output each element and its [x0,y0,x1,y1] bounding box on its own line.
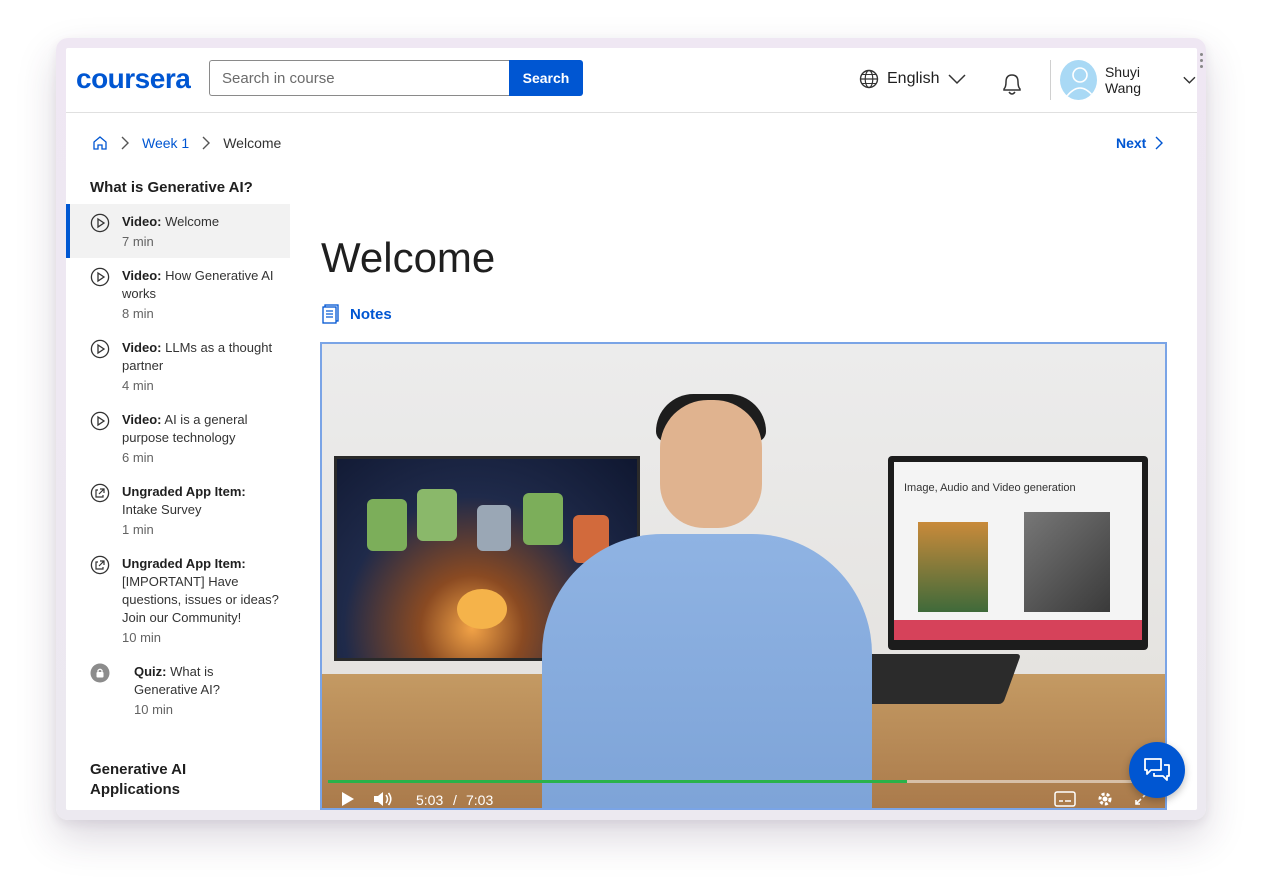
player-controls: 5:03 / 7:03 [322,788,1165,808]
total-time: 7:03 [466,792,494,808]
notes-button[interactable]: Notes [322,304,392,324]
lesson-duration: 10 min [134,702,174,717]
top-header: coursera Search English Shuyi Wang [66,48,1197,113]
time-separator: / [453,792,457,808]
course-sidebar: What is Generative AI? Video: Welcome 7 m… [66,178,290,798]
lesson-title: Welcome [165,214,220,229]
current-time: 5:03 [416,792,444,808]
lesson-label: Ungraded App Item: Intake Survey [122,483,280,519]
play-icon[interactable] [340,790,356,808]
lesson-type: Ungraded App Item: [122,484,246,499]
header-divider [1050,60,1051,100]
monitor: Image, Audio and Video generation [888,456,1148,650]
lesson-type: Ungraded App Item: [122,556,246,571]
play-icon [90,213,110,233]
settings-gear-icon[interactable] [1096,790,1114,808]
lesson-label: Video: AI is a general purpose technolog… [122,411,280,447]
progress-bar[interactable] [328,780,1132,783]
lesson-duration: 7 min [122,234,154,249]
next-button[interactable]: Next [1116,135,1164,151]
lesson-label: Video: LLMs as a thought partner [122,339,280,375]
lesson-type: Video: [122,340,162,355]
lesson-list: Video: Welcome 7 min Video: How Generative… [66,204,290,726]
play-icon [90,267,110,287]
lesson-item[interactable]: Ungraded App Item: [IMPORTANT] Have ques… [66,546,290,654]
lesson-item[interactable]: Video: AI is a general purpose technolog… [66,402,290,474]
chevron-right-icon [202,136,211,150]
section-title: What is Generative AI? [90,179,253,196]
breadcrumb: Week 1 Welcome [92,135,281,151]
notifications-button[interactable] [1000,71,1024,102]
lesson-type: Quiz: [134,664,167,679]
lesson-label: Video: Welcome [122,213,280,231]
lesson-duration: 6 min [122,450,154,465]
chat-icon [1144,758,1170,781]
coursera-logo[interactable]: coursera [76,63,191,95]
lesson-duration: 1 min [122,522,154,537]
breadcrumb-week[interactable]: Week 1 [142,135,189,151]
lock-icon [90,663,110,683]
play-icon [90,411,110,431]
notes-label: Notes [350,305,392,323]
page-title: Welcome [321,234,496,281]
search-input[interactable] [209,60,509,96]
lesson-label: Quiz: What is Generative AI? [134,663,280,699]
lesson-type: Video: [122,412,162,427]
lesson-label: Video: How Generative AI works [122,267,280,303]
slide-title: Image, Audio and Video generation [904,482,1076,494]
breadcrumb-current: Welcome [223,135,282,151]
external-link-icon [90,483,110,503]
search-button[interactable]: Search [509,60,583,96]
lesson-duration: 10 min [122,630,162,645]
lesson-duration: 4 min [122,378,154,393]
section-title[interactable]: Generative AI Applications [66,760,266,800]
bell-icon [1003,74,1021,95]
language-label: English [887,70,940,87]
lesson-item[interactable]: Video: LLMs as a thought partner 4 min [66,330,290,402]
lesson-item[interactable]: Video: Welcome 7 min [66,204,290,258]
next-label: Next [1116,135,1147,151]
user-name: Shuyi Wang [1104,64,1142,96]
lesson-title: Intake Survey [122,502,202,517]
volume-icon[interactable] [372,790,394,808]
lesson-label: Ungraded App Item: [IMPORTANT] Have ques… [122,555,280,627]
notes-icon [322,304,339,324]
lesson-type: Video: [122,268,162,283]
language-selector[interactable]: English [859,69,967,89]
avatar [1060,60,1097,100]
chevron-right-icon [1155,136,1164,150]
lesson-item[interactable]: Quiz: What is Generative AI? 10 min [66,654,290,726]
external-link-icon [90,555,110,575]
window-menu-icon[interactable] [1200,53,1204,71]
chat-support-button[interactable] [1129,742,1185,798]
chevron-down-icon [1183,76,1196,84]
lesson-duration: 8 min [122,306,154,321]
video-player[interactable]: Image, Audio and Video generation 5:03 /… [320,342,1167,810]
captions-icon[interactable] [1054,790,1076,808]
lesson-item[interactable]: Video: How Generative AI works 8 min [66,258,290,330]
progress-fill [328,780,907,783]
lesson-title: [IMPORTANT] Have questions, issues or id… [122,574,279,625]
lesson-type: Video: [122,214,162,229]
home-icon[interactable] [92,135,108,151]
app-window: coursera Search English Shuyi Wang Week … [66,48,1197,810]
globe-icon [859,69,879,89]
chevron-down-icon [948,74,967,85]
user-menu[interactable]: Shuyi Wang [1060,60,1197,100]
play-icon [90,339,110,359]
lesson-item[interactable]: Ungraded App Item: Intake Survey 1 min [66,474,290,546]
chevron-right-icon [121,136,129,150]
presenter [542,534,872,808]
